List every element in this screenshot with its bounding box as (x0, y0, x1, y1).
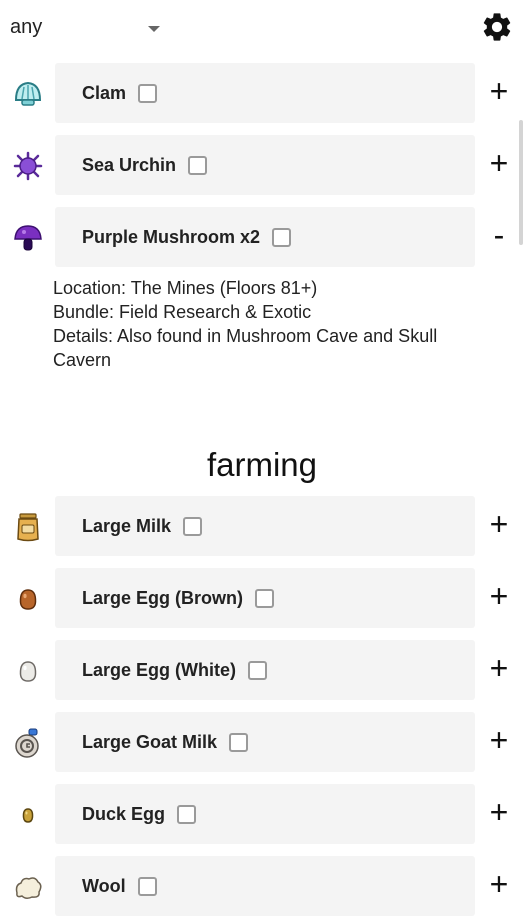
item-card[interactable]: Large Goat Milk (55, 712, 475, 772)
item-label: Large Egg (Brown) (82, 588, 243, 608)
item-checkbox[interactable] (183, 517, 203, 536)
chevron-down-icon (148, 26, 160, 32)
item-label: Large Goat Milk (82, 732, 218, 752)
expand-button[interactable]: + (482, 143, 516, 183)
expand-button[interactable]: + (482, 71, 516, 111)
list-item: Large Egg (White) + (0, 640, 524, 702)
list-item: Large Egg (Brown) + (0, 568, 524, 630)
item-checkbox[interactable] (229, 733, 249, 752)
detail-bundle: Bundle: Field Research & Exotic (53, 302, 312, 322)
section-title: farming (206, 446, 318, 483)
item-label: Sea Urchin (82, 155, 177, 175)
item-label: Purple Mushroom x2 (82, 227, 261, 247)
item-card[interactable]: Sea Urchin (55, 135, 475, 195)
list-item: Duck Egg + (0, 784, 524, 846)
list-item: Large Goat Milk + (0, 712, 524, 774)
item-checkbox[interactable] (137, 877, 157, 896)
list-item: Sea Urchin + (0, 135, 524, 197)
item-label: Wool (82, 876, 126, 896)
top-bar: any (0, 0, 524, 56)
item-label: Clam (82, 83, 127, 103)
detail-notes: Details: Also found in Mushroom Cave and… (53, 326, 438, 370)
purple-mushroom-icon (14, 225, 42, 251)
item-checkbox[interactable] (177, 805, 197, 824)
expand-button[interactable]: + (482, 720, 516, 760)
item-card[interactable]: Clam (55, 63, 475, 123)
item-label: Large Egg (White) (82, 660, 236, 680)
expand-button[interactable]: + (482, 648, 516, 688)
list-item: Clam + (0, 63, 524, 125)
brown-egg-icon (19, 589, 37, 610)
item-checkbox[interactable] (188, 156, 208, 175)
gear-icon[interactable] (480, 10, 514, 44)
item-card[interactable]: Wool (55, 856, 475, 916)
item-label: Duck Egg (82, 804, 166, 824)
expand-button[interactable]: + (482, 864, 516, 904)
item-card[interactable]: Purple Mushroom x2 (55, 207, 475, 267)
white-egg-icon (19, 661, 37, 682)
item-card[interactable]: Large Egg (White) (55, 640, 475, 700)
list-item: Large Milk + (0, 496, 524, 558)
collapse-button[interactable]: - (482, 215, 516, 255)
item-card[interactable]: Large Milk (55, 496, 475, 556)
item-checkbox[interactable] (272, 228, 292, 247)
clam-icon (14, 81, 42, 106)
detail-location: Location: The Mines (Floors 81+) (53, 278, 318, 298)
goat-milk-icon (15, 728, 39, 758)
list-item: Purple Mushroom x2 - (0, 207, 524, 269)
item-checkbox[interactable] (255, 589, 274, 608)
filter-dropdown[interactable]: any (10, 14, 170, 44)
item-card[interactable]: Duck Egg (55, 784, 475, 844)
item-checkbox[interactable] (248, 661, 267, 680)
item-checkbox[interactable] (138, 84, 158, 103)
filter-value: any (10, 16, 43, 38)
expand-button[interactable]: + (482, 576, 516, 616)
item-card[interactable]: Large Egg (Brown) (55, 568, 475, 628)
large-milk-icon (17, 513, 39, 542)
list-item: Wool + (0, 856, 524, 918)
duck-egg-icon (22, 808, 34, 823)
sea-urchin-icon (13, 151, 43, 181)
expand-button[interactable]: + (482, 504, 516, 544)
item-details: Location: The Mines (Floors 81+) Bundle:… (53, 276, 473, 372)
item-label: Large Milk (82, 516, 172, 536)
wool-icon (15, 877, 42, 900)
expand-button[interactable]: + (482, 792, 516, 832)
